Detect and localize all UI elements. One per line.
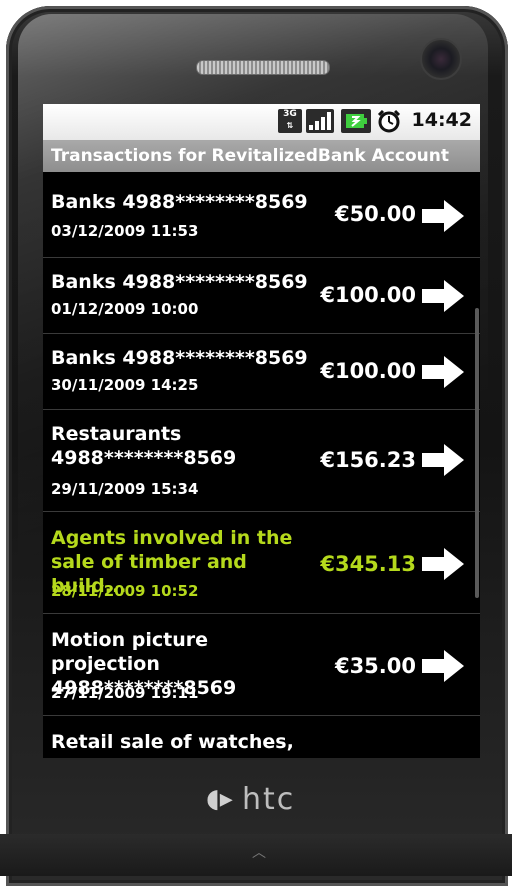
scrollbar[interactable] bbox=[475, 308, 479, 598]
transaction-amount: €100.00 bbox=[320, 359, 416, 383]
network-label: 3G bbox=[283, 109, 297, 119]
alarm-icon bbox=[377, 109, 401, 133]
arrow-right-icon[interactable] bbox=[422, 200, 464, 232]
phone-screen: 3G ⇅ 14:42 Transactions for RevitalizedB… bbox=[43, 104, 480, 758]
transaction-amount: €156.23 bbox=[320, 448, 416, 472]
transaction-amount: €100.00 bbox=[320, 283, 416, 307]
signal-icon bbox=[306, 109, 334, 133]
arrow-right-icon[interactable] bbox=[422, 650, 464, 682]
htc-logo: ◖▸ htc bbox=[206, 780, 326, 820]
transaction-row[interactable]: Restaurants 4988********8569 29/11/2009 … bbox=[43, 410, 480, 512]
arrow-right-icon[interactable] bbox=[422, 356, 464, 388]
page-title: Transactions for RevitalizedBank Account bbox=[43, 140, 480, 172]
front-camera bbox=[420, 38, 462, 80]
transaction-list: Banks 4988********8569 03/12/2009 11:53 … bbox=[43, 172, 480, 758]
battery-icon bbox=[341, 109, 371, 133]
transaction-date: 03/12/2009 11:53 bbox=[51, 222, 199, 240]
transaction-date: 28/11/2009 10:52 bbox=[51, 582, 199, 600]
transaction-date: 27/11/2009 19:11 bbox=[51, 684, 199, 702]
chevron-up-icon: ︿ bbox=[252, 845, 266, 861]
transaction-row[interactable]: Motion picture projection 4988********85… bbox=[43, 614, 480, 716]
status-bar: 3G ⇅ 14:42 bbox=[43, 104, 480, 140]
status-time: 14:42 bbox=[411, 109, 472, 131]
transaction-row-selected[interactable]: Agents involved in the sale of timber an… bbox=[43, 512, 480, 614]
transaction-date: 01/12/2009 10:00 bbox=[51, 300, 199, 318]
arrow-right-icon[interactable] bbox=[422, 280, 464, 312]
transaction-row[interactable]: Banks 4988********8569 30/11/2009 14:25 … bbox=[43, 334, 480, 410]
transaction-description: Retail sale of watches, bbox=[51, 731, 294, 753]
htc-logo-mark-icon: ◖▸ bbox=[206, 784, 233, 814]
transaction-row[interactable]: Banks 4988********8569 01/12/2009 10:00 … bbox=[43, 258, 480, 334]
transaction-amount: €345.13 bbox=[320, 552, 416, 576]
brand-label: htc bbox=[242, 782, 296, 817]
3g-icon: 3G ⇅ bbox=[278, 109, 302, 133]
transaction-amount: €50.00 bbox=[334, 202, 416, 226]
transaction-amount: €35.00 bbox=[334, 654, 416, 678]
transaction-description: Banks 4988********8569 bbox=[51, 347, 308, 369]
transaction-row[interactable]: Banks 4988********8569 03/12/2009 11:53 … bbox=[43, 172, 480, 258]
transaction-description: Banks 4988********8569 bbox=[51, 271, 308, 293]
transaction-description: Banks 4988********8569 bbox=[51, 191, 308, 213]
transaction-date: 29/11/2009 15:34 bbox=[51, 480, 199, 498]
speaker-grille bbox=[196, 60, 330, 75]
arrow-right-icon[interactable] bbox=[422, 444, 464, 476]
transaction-description: Restaurants 4988********8569 bbox=[51, 423, 237, 469]
arrow-right-icon[interactable] bbox=[422, 548, 464, 580]
transaction-date: 30/11/2009 14:25 bbox=[51, 376, 199, 394]
transaction-row[interactable]: Retail sale of watches, bbox=[43, 716, 480, 758]
